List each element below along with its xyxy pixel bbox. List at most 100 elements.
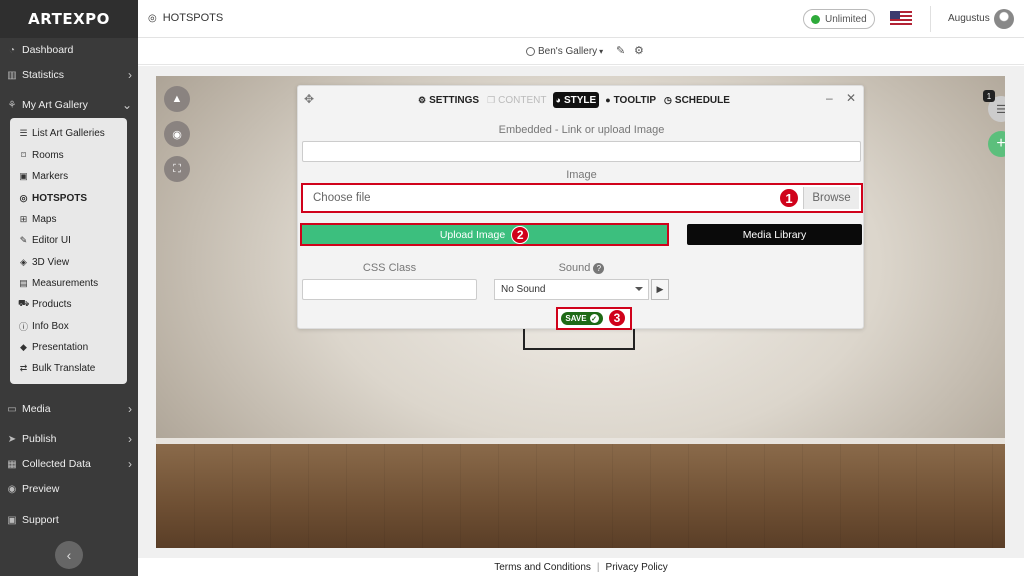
submenu-item-markers[interactable]: ▣ Markers [18, 168, 68, 184]
sound-select[interactable]: No Sound [494, 279, 649, 300]
embedded-label: Embedded - Link or upload Image [498, 124, 665, 136]
sidebar-item-label: Support [22, 514, 59, 526]
browse-button[interactable]: Browse [803, 187, 859, 209]
sound-label: Sound [558, 262, 591, 274]
target-icon: ◎ [19, 192, 28, 203]
submenu-item-label: Info Box [32, 320, 69, 332]
sidebar-item-collected-data[interactable]: ▦ Collected Data › [0, 452, 138, 476]
sidebar-item-statistics[interactable]: ▥ Statistics › [0, 63, 138, 87]
submenu-item-presentation[interactable]: ◆ Presentation [18, 339, 88, 355]
file-chooser[interactable]: Choose file Browse 1 [301, 183, 863, 213]
submenu-item-products[interactable]: ⛟ Products [18, 296, 71, 312]
image-icon: ▲ [171, 93, 183, 105]
css-class-input[interactable] [302, 279, 477, 300]
collapse-sidebar-button[interactable]: ‹ [55, 541, 83, 569]
cart-icon: ⛟ [18, 298, 30, 308]
chevron-right-icon: › [128, 457, 132, 471]
expand-icon: ⛶ [173, 162, 181, 175]
sidebar-item-publish[interactable]: ➤ Publish › [0, 427, 138, 451]
palette-icon: ◕ [555, 95, 561, 105]
tab-schedule[interactable]: ◷ SCHEDULE [662, 92, 732, 108]
step-3-badge: 3 [608, 309, 626, 327]
tab-settings[interactable]: ⚙ SETTINGS [416, 92, 481, 108]
clock-icon: ◷ [664, 94, 672, 105]
sound-value: No Sound [501, 284, 546, 295]
save-button[interactable]: SAVE ✓ [561, 312, 603, 325]
monitor-icon: ▭ [7, 403, 17, 415]
chevron-left-icon: ‹ [66, 547, 72, 563]
sidebar-item-label: Publish [22, 433, 57, 445]
play-sound-button[interactable]: ▶ [651, 279, 669, 300]
sound-label-row: Sound ? [494, 262, 669, 274]
close-icon[interactable]: ✕ [846, 91, 856, 105]
submenu-item-label: Bulk Translate [32, 362, 96, 374]
help-icon[interactable]: ? [593, 262, 605, 274]
submenu-item-label: Rooms [32, 149, 64, 161]
page-title: ◎ HOTSPOTS [148, 12, 223, 24]
image-tool-button[interactable]: ▲ [164, 86, 190, 112]
submenu-item-maps[interactable]: ⊞ Maps [18, 211, 57, 227]
avatar[interactable] [994, 9, 1014, 29]
sidebar-item-media[interactable]: ▭ Media › [0, 397, 138, 421]
fullscreen-button[interactable]: ⛶ [164, 156, 190, 182]
sidebar-item-my-art-gallery[interactable]: ⚘ My Art Gallery ⌄ [0, 93, 138, 117]
media-library-button[interactable]: Media Library [687, 224, 862, 245]
submenu-item-measurements[interactable]: ▤ Measurements [18, 275, 98, 291]
plan-badge[interactable]: Unlimited [803, 9, 875, 29]
submenu-item-label: Presentation [32, 341, 89, 353]
gallery-selector[interactable]: Ben's Gallery ▾ [526, 46, 603, 57]
tab-style[interactable]: ◕ STYLE [552, 92, 600, 108]
submenu-item-list-art-galleries[interactable]: ☰ List Art Galleries [18, 125, 104, 141]
tab-content[interactable]: ❐ CONTENT [485, 92, 548, 108]
list-icon: ☰ [996, 103, 1005, 116]
app-logo[interactable]: ARTEXPO [0, 0, 138, 38]
support-icon: ▣ [7, 514, 17, 526]
tab-tooltip[interactable]: ● TOOLTIP [603, 92, 658, 108]
view-tool-button[interactable]: ◉ [164, 121, 190, 147]
gear-icon: ⚙ [418, 94, 427, 105]
top-header: ◎ HOTSPOTS Unlimited Augustus [138, 0, 1024, 38]
us-flag-icon[interactable] [890, 11, 912, 25]
list-icon: ☰ [19, 127, 28, 138]
sidebar-item-label: My Art Gallery [22, 99, 88, 111]
chevron-down-icon: ⌄ [121, 98, 132, 112]
status-dot-icon [811, 14, 820, 24]
edit-icon[interactable]: ✎ [616, 44, 625, 57]
play-icon: ▶ [656, 284, 664, 294]
submenu-item-label: Markers [32, 170, 69, 182]
hotspot-editor-dialog: ✥ ⚙ SETTINGS ❐ CONTENT ◕ STYLE ● TOOLTIP ◷ SC… [297, 85, 864, 330]
add-hotspot-button[interactable]: + [988, 131, 1005, 157]
gallery-icon: ⚘ [7, 99, 17, 111]
tab-label: TOOLTIP [613, 94, 657, 106]
submenu-item-3d-view[interactable]: ◈ 3D View [18, 254, 69, 270]
submenu-item-rooms[interactable]: ⌑ Rooms [18, 147, 64, 163]
gallery-name: Ben's Gallery [538, 46, 598, 57]
check-icon: ✓ [589, 314, 599, 323]
sidebar-item-label: Collected Data [22, 458, 91, 470]
privacy-link[interactable]: Privacy Policy [606, 562, 668, 573]
submenu-item-editor-ui[interactable]: ✎ Editor UI [18, 232, 71, 248]
tab-label: STYLE [563, 94, 597, 106]
submenu-item-bulk-translate[interactable]: ⇄ Bulk Translate [18, 360, 96, 376]
embedded-link-input[interactable] [302, 141, 861, 162]
tab-label: SETTINGS [429, 94, 480, 106]
css-class-label: CSS Class [362, 262, 417, 274]
page-title-text: HOTSPOTS [162, 12, 224, 24]
header-divider [930, 6, 931, 32]
minimize-icon[interactable]: – [826, 91, 833, 105]
chevron-right-icon: › [128, 432, 132, 446]
terms-link[interactable]: Terms and Conditions [494, 562, 591, 573]
sidebar-item-dashboard[interactable]: ◔ Dashboard [0, 38, 138, 62]
gallery-settings-icon[interactable]: ⚙ [634, 44, 644, 57]
info-icon: ⓘ [18, 321, 28, 332]
sidebar-item-support[interactable]: ▣ Support [0, 508, 138, 532]
sidebar-item-label: Preview [22, 483, 60, 495]
upload-image-button[interactable]: Upload Image 2 [300, 223, 669, 246]
username[interactable]: Augustus [948, 13, 990, 24]
sidebar-item-preview[interactable]: ◉ Preview [0, 477, 138, 501]
submenu-item-hotspots[interactable]: ◎ HOTSPOTS [18, 190, 87, 206]
move-icon[interactable]: ✥ [304, 92, 314, 106]
submenu-item-info-box[interactable]: ⓘ Info Box [18, 318, 69, 334]
submenu-item-label: Products [32, 298, 72, 310]
gallery-bar: Ben's Gallery ▾ ✎ ⚙ [138, 39, 1024, 65]
